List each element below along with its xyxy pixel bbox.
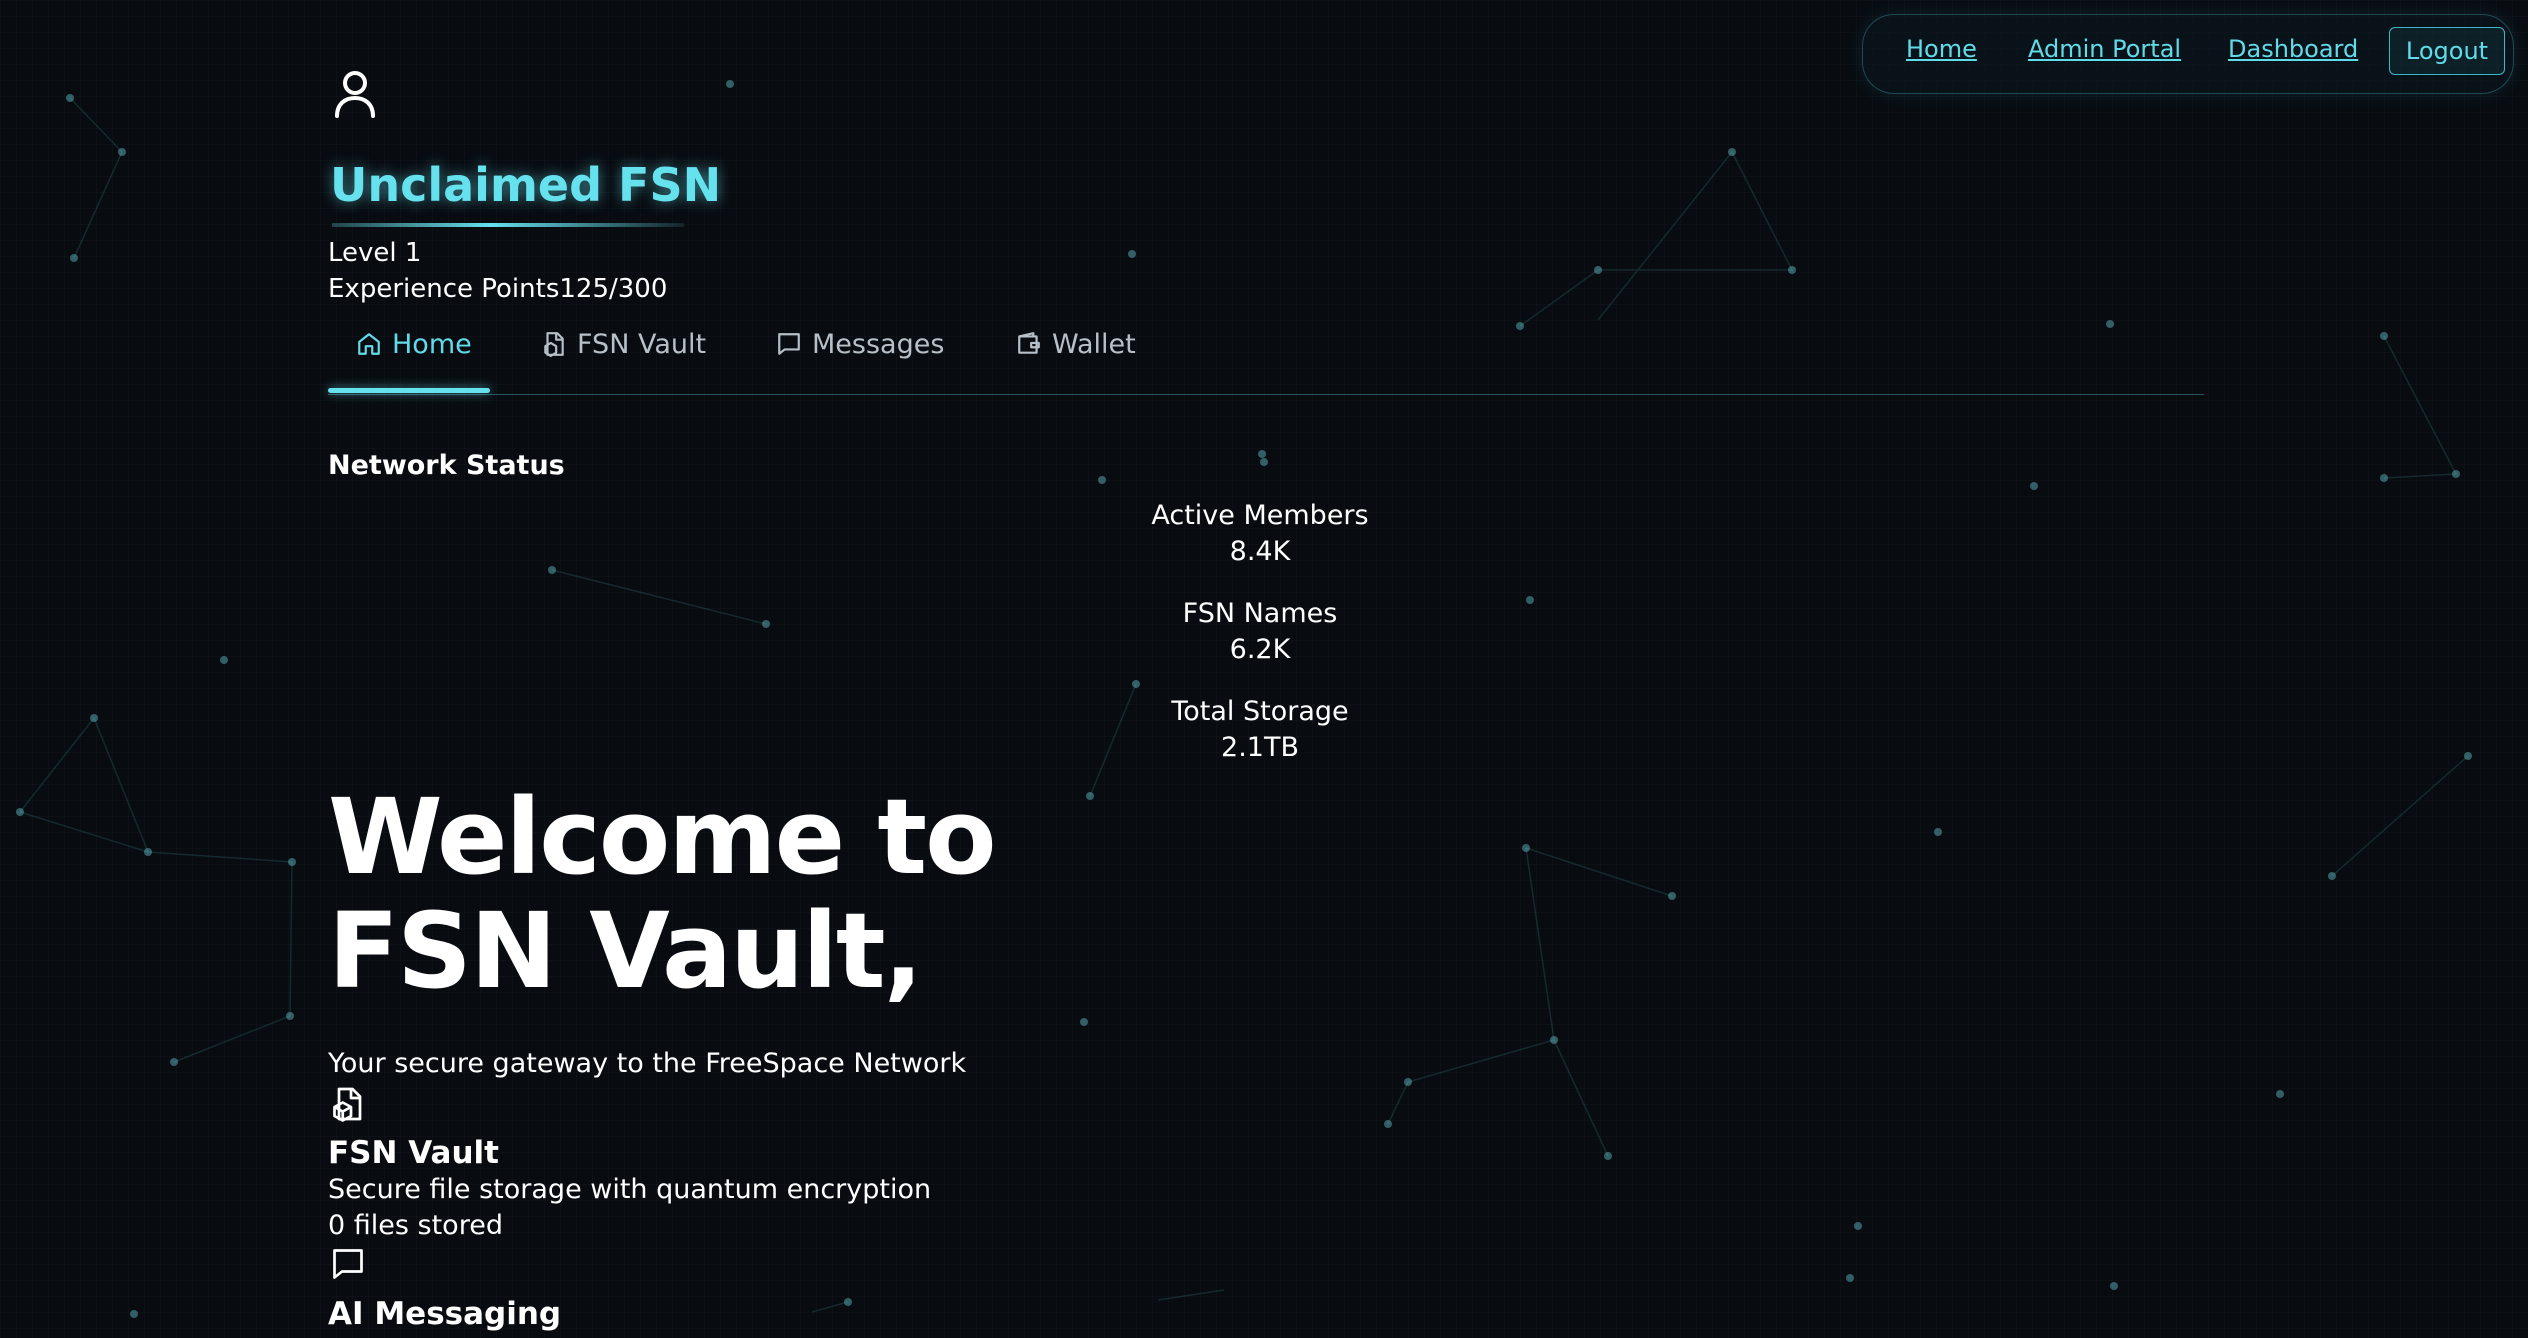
tab-label: Home (392, 328, 472, 360)
stat-value: 8.4K (1229, 536, 1291, 567)
stat-label: Total Storage (1171, 696, 1349, 727)
tab-home[interactable]: Home (356, 324, 472, 364)
tab-fsn-vault[interactable]: FSN Vault (541, 324, 706, 364)
stat-label: Active Members (1151, 500, 1369, 531)
network-status-heading: Network Status (328, 450, 565, 481)
home-icon (358, 333, 380, 355)
wallet-icon (1018, 332, 1040, 354)
nav-link-admin-portal[interactable]: Admin Portal (2028, 34, 2181, 64)
stat-fsn-names: FSN Names 6.2K (1140, 596, 1380, 694)
message-icon (778, 333, 800, 355)
welcome-tagline: Your secure gateway to the FreeSpace Net… (328, 1048, 967, 1079)
experience-points: Experience Points125/300 (328, 274, 668, 304)
user-level: Level 1 (328, 238, 422, 268)
message-icon (333, 1249, 363, 1279)
feature-meta-vault: 0 files stored (328, 1210, 503, 1241)
stat-active-members: Active Members 8.4K (1140, 498, 1380, 596)
active-tab-indicator (328, 388, 490, 393)
tab-label: Wallet (1052, 328, 1136, 360)
feature-description-vault: Secure file storage with quantum encrypt… (328, 1174, 932, 1205)
network-stats: Active Members 8.4K FSN Names 6.2K Total… (1140, 498, 1380, 792)
vault-icon (544, 332, 564, 357)
top-navigation: Home Admin Portal Dashboard Logout (1862, 14, 2514, 94)
title-underline (332, 223, 684, 227)
tab-wallet[interactable]: Wallet (1016, 324, 1136, 364)
stat-total-storage: Total Storage 2.1TB (1140, 694, 1380, 792)
feature-title-ai-messaging[interactable]: AI Messaging (328, 1296, 561, 1332)
profile-name: Unclaimed FSN (330, 158, 722, 212)
feature-title-vault[interactable]: FSN Vault (328, 1135, 499, 1171)
tab-bar: Home FSN Vault Messages Wallet (328, 316, 2204, 395)
stat-value: 6.2K (1229, 634, 1291, 665)
nav-link-home[interactable]: Home (1906, 34, 1977, 64)
vault-icon (333, 1087, 362, 1122)
welcome-headline: Welcome to FSN Vault, (328, 776, 997, 1012)
stat-value: 2.1TB (1221, 732, 1299, 763)
logout-button[interactable]: Logout (2389, 27, 2505, 75)
stat-label: FSN Names (1182, 598, 1338, 629)
tab-messages[interactable]: Messages (776, 324, 944, 364)
tab-label: FSN Vault (577, 328, 707, 360)
tab-label: Messages (812, 328, 945, 360)
nav-link-dashboard[interactable]: Dashboard (2228, 34, 2358, 64)
user-icon (335, 71, 375, 118)
